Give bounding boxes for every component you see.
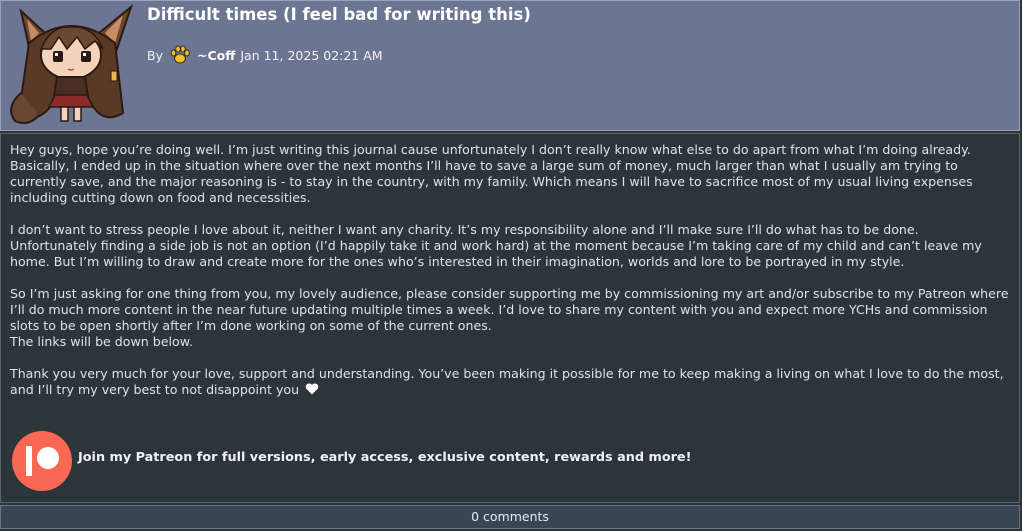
paragraph-3-line-2: The links will be down below. [10,334,193,349]
paragraph-3-line-1: So I’m just asking for one thing from yo… [10,286,1009,333]
journal-content: Hey guys, hope you’re doing well. I’m ju… [10,142,1015,414]
paragraph-4: Thank you very much for your love, suppo… [10,366,1015,398]
journal-header: Difficult times (I feel bad for writing … [0,0,1020,131]
paw-icon[interactable] [169,44,191,66]
paragraph-1-line-1: Hey guys, hope you’re doing well. I’m ju… [10,142,971,157]
post-date: Jan 11, 2025 02:21 AM [240,47,383,63]
patreon-icon[interactable] [12,431,72,491]
paragraph-2: I don’t want to stress people I love abo… [10,222,1015,270]
paragraph-2-line-1: I don’t want to stress people I love abo… [10,222,919,237]
paragraph-2-line-2: Unfortunately finding a side job is not … [10,238,982,269]
by-label: By [147,47,163,63]
paragraph-3: So I’m just asking for one thing from yo… [10,286,1015,350]
paragraph-1-line-2: Basically, I ended up in the situation w… [10,158,973,205]
comments-count[interactable]: 0 comments [471,509,549,524]
comments-bar[interactable]: 0 comments [0,505,1020,529]
paragraph-4-text: Thank you very much for your love, suppo… [10,366,1004,397]
paragraph-1: Hey guys, hope you’re doing well. I’m ju… [10,142,1015,206]
heart-icon [305,383,319,395]
journal-title: Difficult times (I feel bad for writing … [147,5,531,24]
byline: By ~Coff Jan 11, 2025 02:21 AM [147,44,383,66]
avatar[interactable] [7,3,135,129]
patreon-link[interactable]: Join my Patreon for full versions, early… [78,450,691,465]
journal-body: Hey guys, hope you’re doing well. I’m ju… [0,133,1020,503]
author-link[interactable]: ~Coff [197,48,235,63]
